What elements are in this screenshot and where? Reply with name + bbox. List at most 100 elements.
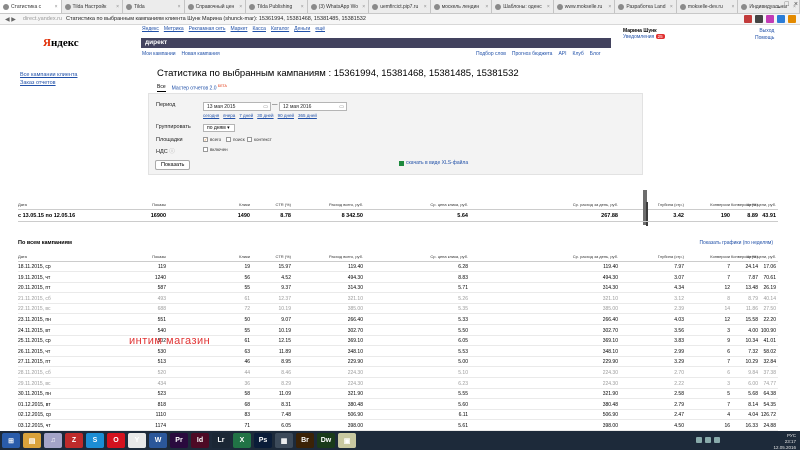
xls-download-link[interactable]: скачать в виде XLS-файла [399,160,468,166]
nav-api[interactable]: API [558,51,566,57]
column-header[interactable]: CTR (%) [275,202,291,207]
column-header[interactable]: Ср. цена клика, руб. [430,202,468,207]
filezilla-icon[interactable]: Z [65,433,83,448]
browser-tab[interactable]: www.mokselle.ru × [553,0,616,13]
column-header[interactable]: Дата [18,202,27,207]
close-tab-icon[interactable]: × [607,4,611,10]
my-campaigns-link[interactable]: Мои кампании [142,51,176,57]
nav-wordstat[interactable]: Подбор слов [476,51,506,57]
word-icon[interactable]: W [149,433,167,448]
group-select[interactable]: по дням ▾ [203,124,235,132]
browser-tab[interactable]: uemfircict.pip7.ru × [369,0,431,13]
extension-icon[interactable] [744,15,752,23]
sidebar-item-all-campaigns[interactable]: Все кампании клиента [20,71,77,79]
close-tab-icon[interactable]: × [177,4,181,10]
table-cell[interactable]: 27.11.2015, пт [18,359,50,365]
maximize-icon[interactable]: □ [785,1,789,8]
folder-icon[interactable]: ▦ [275,433,293,448]
browser-tab[interactable]: Tilda Настройк × [61,0,124,13]
column-header[interactable]: Глубина (стр.) [658,202,684,207]
close-tab-icon[interactable]: × [238,4,242,10]
table-cell[interactable]: 24.11.2015, вт [18,328,50,334]
browser-tab[interactable]: москель лендин × [430,0,493,13]
back-icon[interactable]: ◀ ▶ [5,16,16,23]
itunes-icon[interactable]: ♫ [44,433,62,448]
range-90d[interactable]: 90 дней [278,113,294,118]
yandex-browser-icon[interactable]: Y [128,433,146,448]
browser-tab[interactable]: Статистика с × [0,0,62,13]
tab-all[interactable]: Все [157,84,166,92]
sidebar-item-order-reports[interactable]: Заказ отчетов [20,79,77,87]
address-bar[interactable]: ◀ ▶ direct.yandex.ru Статистика по выбра… [0,14,800,25]
skype-icon[interactable]: S [86,433,104,448]
premiere-icon[interactable]: Pr [170,433,188,448]
extension-icon[interactable] [777,15,785,23]
close-tab-icon[interactable]: × [546,4,550,10]
network-icon[interactable] [696,437,702,443]
column-header[interactable]: Цена цели, руб. [747,202,776,207]
table-cell[interactable]: 28.11.2015, сб [18,370,51,376]
vat-checkbox[interactable]: включен [203,147,228,152]
calendar-icon[interactable]: ▭ [339,104,344,110]
photoshop-icon[interactable]: Ps [254,433,272,448]
close-tab-icon[interactable]: × [300,4,304,10]
table-cell[interactable]: 21.11.2015, сб [18,296,51,302]
top-nav-link[interactable]: Маркет [231,26,248,32]
column-header[interactable]: Цена цели, руб. [747,254,776,259]
help-link[interactable]: Помощь [755,35,774,42]
table-cell[interactable]: 18.11.2015, ср [18,264,51,270]
table-cell[interactable]: 29.11.2015, вс [18,381,51,387]
browser-tab[interactable]: Tilda × [123,0,185,13]
column-header[interactable]: Конверсии [710,202,730,207]
close-tab-icon[interactable]: × [484,4,488,10]
nav-blog[interactable]: Блог [590,51,601,57]
logout-link[interactable]: Выход [755,28,774,35]
column-header[interactable]: Ср. расход за день, руб. [573,202,618,207]
top-nav-link[interactable]: Рекламная сеть [189,26,226,32]
table-cell[interactable]: 23.11.2015, пн [18,317,51,323]
help-icon[interactable]: ⓘ [169,149,175,155]
placement-all-checkbox[interactable]: ✓ всего [203,137,221,142]
top-nav-link[interactable]: ещё [315,26,325,32]
top-nav-link[interactable]: Яндекс [142,26,159,32]
browser-tab[interactable]: Справочный цен × [184,0,247,13]
column-header[interactable]: Ср. расход за день, руб. [573,254,618,259]
close-icon[interactable]: × [794,1,798,8]
column-header[interactable]: CTR (%) [275,254,291,259]
top-nav-link[interactable]: Каталог [271,26,289,32]
range-today[interactable]: сегодня [203,113,219,118]
close-tab-icon[interactable]: × [361,4,365,10]
column-header[interactable]: Клики [239,254,250,259]
table-cell[interactable]: 03.12.2015, чт [18,423,51,429]
column-header[interactable]: Конверсии [710,254,730,259]
browser-tab[interactable]: Tilda Publishing × [246,0,308,13]
tab-report-master[interactable]: Мастер отчетов 2.0 БЕТА [172,84,227,92]
table-cell[interactable]: 01.12.2015, вт [18,402,51,408]
range-yesterday[interactable]: вчера [223,113,235,118]
range-30d[interactable]: 30 дней [257,113,273,118]
table-cell[interactable]: 25.11.2015, ср [18,338,51,344]
close-tab-icon[interactable]: × [115,4,119,10]
date-from-input[interactable]: 13 мая 2015 ▭ [203,102,271,111]
close-tab-icon[interactable]: × [54,4,58,10]
column-header[interactable]: Глубина (стр.) [658,254,684,259]
extension-icon[interactable] [755,15,763,23]
close-tab-icon[interactable]: × [730,4,734,10]
lightroom-icon[interactable]: Lr [212,433,230,448]
dreamweaver-icon[interactable]: Dw [317,433,335,448]
column-header[interactable]: Показы [152,202,166,207]
extension-icon[interactable] [766,15,774,23]
bridge-icon[interactable]: Br [296,433,314,448]
placement-context-checkbox[interactable]: контекст [247,137,272,142]
top-nav-link[interactable]: Деньги [294,26,310,32]
windows-icon[interactable]: ⊞ [2,433,20,448]
table-cell[interactable]: 19.11.2015, чт [18,275,50,281]
range-7d[interactable]: 7 дней [239,113,253,118]
battery-icon[interactable] [714,437,720,443]
browser-tab[interactable]: mokselle-dev.ru × [676,0,739,13]
browser-tab[interactable]: Шаблоны: оденс × [492,0,554,13]
top-nav-link[interactable]: Касса [252,26,265,32]
column-header[interactable]: Показы [152,254,166,259]
column-header[interactable]: Ср. цена клика, руб. [430,254,468,259]
top-nav-link[interactable]: Метрика [164,26,184,32]
